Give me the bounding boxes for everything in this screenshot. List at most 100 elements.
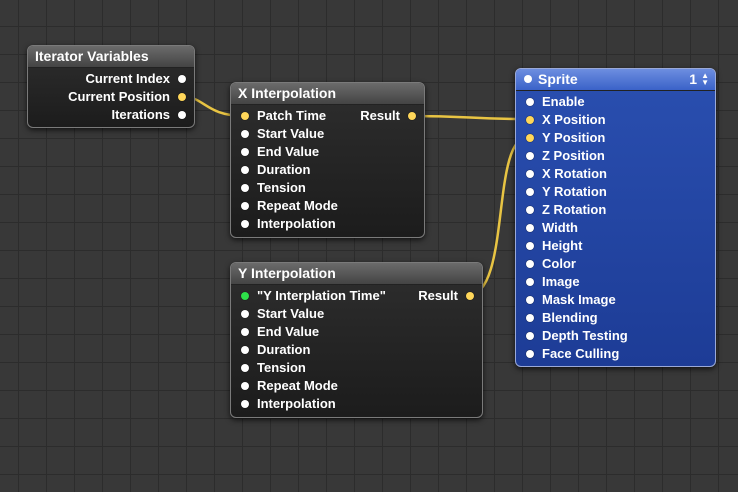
port-label: X Position bbox=[542, 112, 606, 127]
input-port-repeat-mode[interactable]: Repeat Mode bbox=[241, 197, 338, 215]
patch-title-label: Sprite bbox=[538, 71, 578, 87]
input-port-y-position[interactable]: Y Position bbox=[526, 129, 605, 147]
port-label: Blending bbox=[542, 310, 598, 325]
input-port-interpolation[interactable]: Interpolation bbox=[241, 215, 336, 233]
port-label: Result bbox=[360, 108, 400, 123]
port-label: Current Index bbox=[85, 71, 170, 86]
input-port-dot-icon[interactable] bbox=[241, 346, 249, 354]
port-label: Color bbox=[542, 256, 576, 271]
input-port-tension[interactable]: Tension bbox=[241, 359, 306, 377]
input-port-height[interactable]: Height bbox=[526, 237, 583, 255]
input-port-dot-icon[interactable] bbox=[241, 382, 249, 390]
port-label: Height bbox=[542, 238, 583, 253]
input-port-dot-icon[interactable] bbox=[241, 112, 249, 120]
input-port-dot-icon[interactable] bbox=[241, 166, 249, 174]
port-label: Width bbox=[542, 220, 578, 235]
sprite-patch[interactable]: Sprite 1 ▲ ▼ Enable X Position Y Position… bbox=[515, 68, 716, 367]
input-port-dot-icon[interactable] bbox=[526, 296, 534, 304]
output-port-iterations[interactable]: Iterations bbox=[111, 106, 186, 124]
input-port-dot-icon[interactable] bbox=[526, 152, 534, 160]
input-port-dot-icon[interactable] bbox=[241, 310, 249, 318]
input-port-image[interactable]: Image bbox=[526, 273, 580, 291]
input-port-depth-testing[interactable]: Depth Testing bbox=[526, 327, 628, 345]
input-port-dot-icon[interactable] bbox=[526, 134, 534, 142]
input-port-color[interactable]: Color bbox=[526, 255, 576, 273]
output-port-result[interactable]: Result bbox=[418, 287, 474, 305]
input-port-dot-icon[interactable] bbox=[526, 188, 534, 196]
input-port-dot-icon[interactable] bbox=[241, 202, 249, 210]
input-port-enable[interactable]: Enable bbox=[526, 93, 585, 111]
input-port-dot-icon[interactable] bbox=[241, 328, 249, 336]
port-label: Start Value bbox=[257, 306, 325, 321]
patch-title[interactable]: Y Interpolation bbox=[231, 263, 482, 285]
output-port-result[interactable]: Result bbox=[360, 107, 416, 125]
output-port-dot-icon[interactable] bbox=[178, 111, 186, 119]
input-port-start-value[interactable]: Start Value bbox=[241, 305, 325, 323]
input-port-dot-icon[interactable] bbox=[241, 148, 249, 156]
input-port-dot-icon[interactable] bbox=[526, 98, 534, 106]
output-port-dot-icon[interactable] bbox=[466, 292, 474, 300]
port-label: Z Position bbox=[542, 148, 605, 163]
output-port-dot-icon[interactable] bbox=[178, 93, 186, 101]
input-port-patch-time[interactable]: Patch Time bbox=[241, 107, 327, 125]
input-port-face-culling[interactable]: Face Culling bbox=[526, 345, 619, 363]
output-port-dot-icon[interactable] bbox=[178, 75, 186, 83]
output-port-current-position[interactable]: Current Position bbox=[68, 88, 186, 106]
input-port-end-value[interactable]: End Value bbox=[241, 323, 319, 341]
input-port-dot-icon[interactable] bbox=[526, 242, 534, 250]
port-label: Patch Time bbox=[257, 108, 327, 123]
port-label: Repeat Mode bbox=[257, 378, 338, 393]
input-port-dot-icon[interactable] bbox=[526, 314, 534, 322]
input-port-dot-icon[interactable] bbox=[526, 332, 534, 340]
patch-title[interactable]: Sprite 1 ▲ ▼ bbox=[516, 69, 715, 91]
input-port-duration[interactable]: Duration bbox=[241, 161, 310, 179]
input-port-z-rotation[interactable]: Z Rotation bbox=[526, 201, 607, 219]
port-label: Interpolation bbox=[257, 396, 336, 411]
input-port-interpolation[interactable]: Interpolation bbox=[241, 395, 336, 413]
input-port-y-rotation[interactable]: Y Rotation bbox=[526, 183, 607, 201]
input-port-mask-image[interactable]: Mask Image bbox=[526, 291, 616, 309]
port-label: Start Value bbox=[257, 126, 325, 141]
port-label: Tension bbox=[257, 180, 306, 195]
input-port-published-time[interactable]: "Y Interplation Time" bbox=[241, 287, 386, 305]
input-port-dot-icon[interactable] bbox=[241, 364, 249, 372]
y-interpolation-patch[interactable]: Y Interpolation "Y Interplation Time" St… bbox=[230, 262, 483, 418]
input-port-dot-icon[interactable] bbox=[241, 400, 249, 408]
input-port-z-position[interactable]: Z Position bbox=[526, 147, 605, 165]
input-port-dot-icon[interactable] bbox=[526, 260, 534, 268]
input-port-end-value[interactable]: End Value bbox=[241, 143, 320, 161]
input-port-dot-icon[interactable] bbox=[241, 184, 249, 192]
x-interpolation-patch[interactable]: X Interpolation Patch Time Start Value E… bbox=[230, 82, 425, 238]
published-port-dot-icon[interactable] bbox=[241, 292, 249, 300]
port-label: Iterations bbox=[111, 107, 170, 122]
port-label: Current Position bbox=[68, 89, 170, 104]
input-port-dot-icon[interactable] bbox=[241, 130, 249, 138]
wire-x-result-to-x-position[interactable] bbox=[409, 114, 529, 121]
patch-title[interactable]: Iterator Variables bbox=[28, 46, 194, 68]
input-port-dot-icon[interactable] bbox=[526, 224, 534, 232]
input-port-start-value[interactable]: Start Value bbox=[241, 125, 325, 143]
input-port-dot-icon[interactable] bbox=[241, 220, 249, 228]
input-port-dot-icon[interactable] bbox=[526, 350, 534, 358]
port-label: Result bbox=[418, 288, 458, 303]
output-port-dot-icon[interactable] bbox=[408, 112, 416, 120]
input-port-dot-icon[interactable] bbox=[526, 278, 534, 286]
port-label: Z Rotation bbox=[542, 202, 607, 217]
input-port-dot-icon[interactable] bbox=[526, 116, 534, 124]
input-port-repeat-mode[interactable]: Repeat Mode bbox=[241, 377, 338, 395]
port-label: End Value bbox=[257, 144, 320, 159]
input-port-duration[interactable]: Duration bbox=[241, 341, 310, 359]
input-port-blending[interactable]: Blending bbox=[526, 309, 598, 327]
layer-stepper-icon[interactable]: ▲ ▼ bbox=[701, 72, 709, 87]
output-port-current-index[interactable]: Current Index bbox=[85, 70, 186, 88]
input-port-tension[interactable]: Tension bbox=[241, 179, 306, 197]
input-port-x-position[interactable]: X Position bbox=[526, 111, 606, 129]
patch-title[interactable]: X Interpolation bbox=[231, 83, 424, 105]
input-port-dot-icon[interactable] bbox=[526, 170, 534, 178]
input-port-width[interactable]: Width bbox=[526, 219, 578, 237]
port-label: X Rotation bbox=[542, 166, 607, 181]
iterator-variables-patch[interactable]: Iterator Variables Current Index Current… bbox=[27, 45, 195, 128]
port-label: Tension bbox=[257, 360, 306, 375]
input-port-dot-icon[interactable] bbox=[526, 206, 534, 214]
input-port-x-rotation[interactable]: X Rotation bbox=[526, 165, 607, 183]
